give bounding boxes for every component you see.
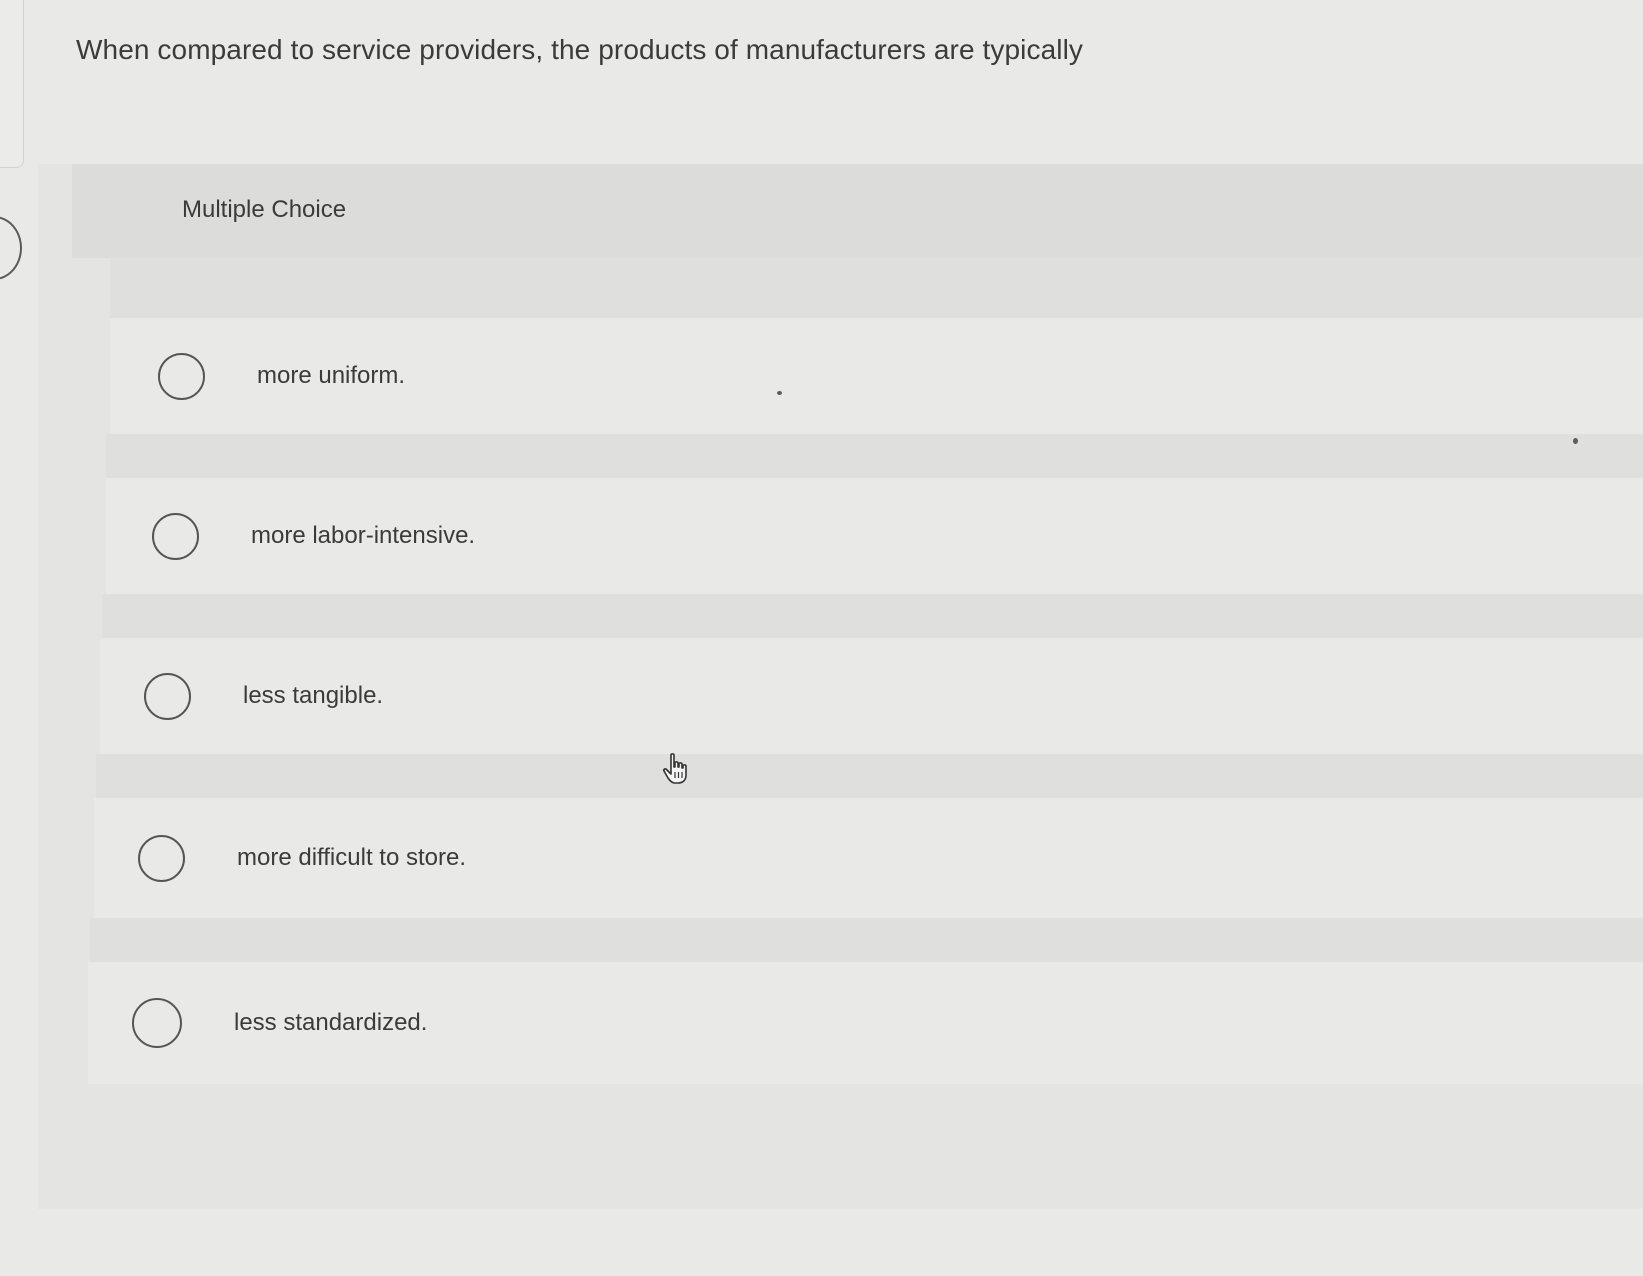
radio-unchecked-icon[interactable] [138, 834, 185, 882]
answer-option-label: more difficult to store. [237, 844, 466, 871]
question-prompt: When compared to service providers, the … [76, 34, 1084, 65]
answer-option-label: more labor-intensive. [251, 522, 476, 549]
answer-option-label: less tangible. [243, 682, 384, 709]
option-separator [96, 754, 1643, 798]
nav-circle-button[interactable] [0, 216, 22, 280]
answer-option-1[interactable]: more uniform. [110, 318, 1643, 434]
side-panel-edge [0, 0, 24, 168]
answer-option-4[interactable]: more difficult to store. [94, 798, 1643, 918]
answer-option-5[interactable]: less standardized. [88, 962, 1643, 1084]
screen-speck [777, 391, 782, 395]
option-separator [102, 594, 1643, 638]
answer-option-label: more uniform. [257, 362, 406, 389]
radio-unchecked-icon[interactable] [132, 998, 182, 1048]
answer-option-2[interactable]: more labor-intensive. [106, 478, 1643, 594]
screen-speck [1573, 438, 1578, 444]
answer-option-3[interactable]: less tangible. [100, 638, 1643, 754]
radio-unchecked-icon[interactable] [144, 672, 191, 720]
option-separator [90, 918, 1643, 962]
answer-options: more uniform. more labor-intensive. less… [38, 164, 1643, 1209]
option-separator [106, 434, 1643, 478]
question-card: Multiple Choice more uniform. more labor… [38, 164, 1643, 1209]
radio-unchecked-icon[interactable] [152, 512, 199, 560]
answer-option-label: less standardized. [234, 1009, 428, 1036]
option-separator [110, 258, 1643, 318]
radio-unchecked-icon[interactable] [158, 352, 205, 400]
hand-pointer-icon [663, 753, 687, 784]
